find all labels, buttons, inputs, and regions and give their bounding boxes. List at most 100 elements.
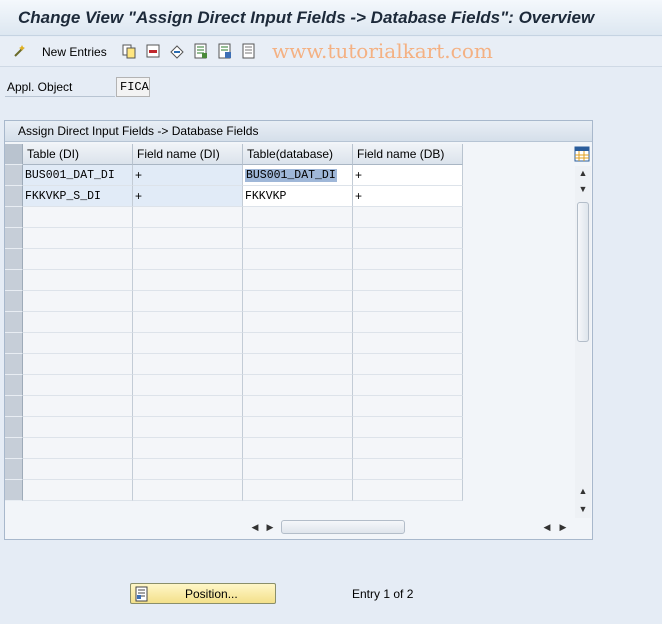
table-row-cell-empty	[23, 249, 133, 270]
table-row-cell-empty	[133, 396, 243, 417]
table-row-cell-empty	[23, 375, 133, 396]
row-selector[interactable]	[5, 186, 23, 207]
scroll-down-icon[interactable]: ▼	[576, 504, 590, 514]
table-row-cell-empty	[23, 480, 133, 501]
table-row-cell-empty	[243, 249, 353, 270]
table-row-cell-empty	[133, 480, 243, 501]
table-row-cell-empty	[243, 438, 353, 459]
table-row-cell-empty	[353, 270, 463, 291]
row-selector[interactable]	[5, 312, 23, 333]
select-all-icon[interactable]	[193, 43, 209, 59]
undo-icon[interactable]	[169, 43, 185, 59]
new-entries-button[interactable]: New Entries	[42, 45, 107, 59]
table-row-cell-empty	[23, 207, 133, 228]
delete-icon[interactable]	[145, 43, 161, 59]
row-selector[interactable]	[5, 207, 23, 228]
horizontal-scroll-thumb[interactable]	[281, 520, 405, 534]
row-selector[interactable]	[5, 354, 23, 375]
table-row-cell-empty	[353, 291, 463, 312]
table-row-cell-empty	[243, 417, 353, 438]
row-selector[interactable]	[5, 165, 23, 186]
page-title: Change View "Assign Direct Input Fields …	[18, 8, 595, 27]
scroll-right-icon[interactable]: ▶	[556, 522, 570, 538]
table-row-cell-empty	[353, 228, 463, 249]
table-row-cell-input[interactable]: FKKVKP	[243, 186, 353, 207]
table-row-cell-empty	[23, 438, 133, 459]
scroll-left-icon[interactable]: ◀	[248, 522, 262, 538]
table-row-cell-input[interactable]: BUS001_DAT_DI	[243, 165, 353, 186]
table-row-cell: +	[133, 186, 243, 207]
column-header-table-database[interactable]: Table(database)	[243, 144, 353, 165]
row-selector[interactable]	[5, 249, 23, 270]
table-row-cell-empty	[243, 333, 353, 354]
select-block-icon[interactable]	[217, 43, 233, 59]
table-row-cell-empty	[243, 207, 353, 228]
row-selector[interactable]	[5, 291, 23, 312]
table-row-cell-empty	[23, 333, 133, 354]
table-row-cell-empty	[243, 228, 353, 249]
table-row-cell-empty	[133, 459, 243, 480]
table-row-cell-empty	[353, 417, 463, 438]
table-row-cell-empty	[133, 249, 243, 270]
deselect-all-icon[interactable]	[241, 43, 257, 59]
table-row-cell-empty	[23, 417, 133, 438]
table-row-cell-empty	[133, 312, 243, 333]
position-icon	[135, 586, 148, 602]
scroll-down-icon[interactable]: ▼	[576, 184, 590, 194]
table-row-cell-empty	[353, 459, 463, 480]
column-header-field-name-di[interactable]: Field name (DI)	[133, 144, 243, 165]
table-row-cell-empty	[23, 228, 133, 249]
table-panel-header: Assign Direct Input Fields -> Database F…	[5, 121, 592, 142]
table-settings-icon[interactable]	[574, 146, 590, 162]
appl-object-field[interactable]: FICA	[116, 77, 150, 97]
table-row-cell-empty	[23, 354, 133, 375]
scroll-up-icon[interactable]: ▲	[576, 486, 590, 496]
table-row-cell: FKKVKP_S_DI	[23, 186, 133, 207]
row-selector[interactable]	[5, 480, 23, 501]
scroll-left-icon[interactable]: ◀	[540, 522, 554, 538]
table-row-cell-empty	[133, 438, 243, 459]
scroll-up-icon[interactable]: ▲	[576, 168, 590, 178]
table-row-cell-empty	[243, 375, 353, 396]
row-selector[interactable]	[5, 228, 23, 249]
table-row-cell-empty	[133, 291, 243, 312]
table-row-cell-empty	[353, 438, 463, 459]
row-selector[interactable]	[5, 438, 23, 459]
title-bar: Change View "Assign Direct Input Fields …	[0, 0, 662, 36]
row-selector[interactable]	[5, 417, 23, 438]
table-row-cell-empty	[23, 291, 133, 312]
row-selector[interactable]	[5, 459, 23, 480]
watermark: www.tutorialkart.com	[272, 39, 493, 63]
table-row-cell-input[interactable]: +	[353, 165, 463, 186]
vertical-scroll-thumb[interactable]	[577, 202, 589, 342]
table-row-cell-empty	[353, 249, 463, 270]
table-row-cell-empty	[133, 228, 243, 249]
appl-object-label: Appl. Object	[7, 80, 73, 94]
row-selector[interactable]	[5, 375, 23, 396]
vertical-scrollbar[interactable]: ▲ ▼ ▲ ▼	[575, 166, 591, 518]
table-panel-title: Assign Direct Input Fields -> Database F…	[18, 124, 259, 138]
application-toolbar: New Entries www.tutorialkart.com	[0, 37, 662, 67]
table-row-cell-empty	[243, 396, 353, 417]
table-row-cell-empty	[23, 312, 133, 333]
column-header-table-di[interactable]: Table (DI)	[23, 144, 133, 165]
column-header-field-name-db[interactable]: Field name (DB)	[353, 144, 463, 165]
position-button[interactable]: Position...	[130, 583, 276, 604]
select-all-cell[interactable]	[5, 144, 23, 165]
table-row-cell-empty	[23, 459, 133, 480]
table-row-cell-empty	[243, 480, 353, 501]
table-row-cell-empty	[243, 312, 353, 333]
copy-icon[interactable]	[121, 43, 137, 59]
field-underline	[5, 96, 115, 97]
row-selector[interactable]	[5, 396, 23, 417]
entry-counter: Entry 1 of 2	[352, 587, 414, 601]
table-row-cell-empty	[133, 207, 243, 228]
table-row-cell-empty	[353, 396, 463, 417]
table-row-cell-input[interactable]: +	[353, 186, 463, 207]
row-selector[interactable]	[5, 333, 23, 354]
new-entries-icon[interactable]	[13, 43, 29, 59]
table-row-cell-empty	[243, 291, 353, 312]
table-row-cell-empty	[23, 396, 133, 417]
scroll-right-icon[interactable]: ▶	[263, 522, 277, 538]
row-selector[interactable]	[5, 270, 23, 291]
